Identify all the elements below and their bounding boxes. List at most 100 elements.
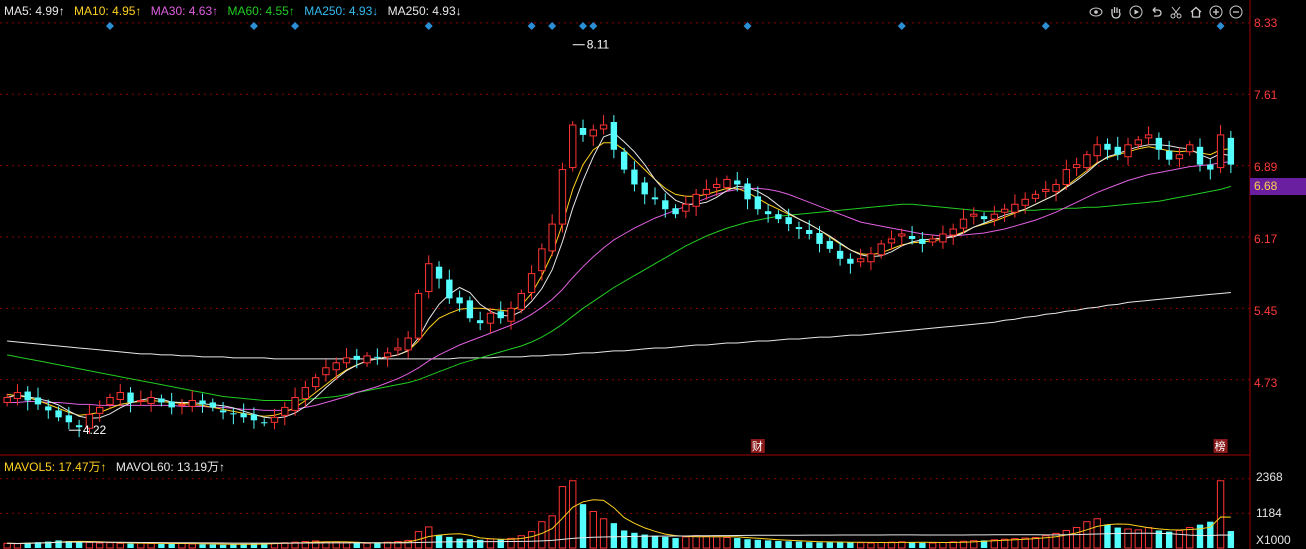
ma10-label: MA10: 4.95↑ xyxy=(74,4,142,18)
candle-body-down xyxy=(641,182,648,195)
volume-bar-up xyxy=(363,542,371,549)
candle-body-down xyxy=(476,320,484,324)
candle-body-down xyxy=(579,127,587,135)
candle-body-up xyxy=(990,213,999,220)
candle-body-down xyxy=(456,297,463,304)
hand-icon[interactable] xyxy=(1108,4,1124,20)
volume-bar-up xyxy=(137,542,145,549)
candle-body-down xyxy=(816,233,823,244)
candle-body-up xyxy=(383,352,392,358)
candle-body-down xyxy=(610,122,618,150)
candle-body-down xyxy=(620,151,628,170)
candle-body-down xyxy=(847,258,854,264)
volume-bar-down xyxy=(497,539,504,548)
candle-body-up xyxy=(569,124,577,169)
eye-icon[interactable] xyxy=(1088,4,1104,20)
candle-body-down xyxy=(785,217,792,225)
candle-body-up xyxy=(877,243,885,256)
play-icon[interactable] xyxy=(1128,4,1144,20)
volume-bar-up xyxy=(713,536,721,549)
volume-bar-down xyxy=(816,542,823,548)
volume-bar-up xyxy=(507,537,515,549)
price-tick-6: 4.73 xyxy=(1254,376,1278,390)
scissors-icon[interactable] xyxy=(1168,4,1184,20)
candle-body-up xyxy=(1144,134,1153,139)
event-diamond xyxy=(105,22,114,30)
ma60-label: MA60: 4.55↑ xyxy=(227,4,295,18)
candle-body-down xyxy=(199,400,206,405)
volume-bar-up xyxy=(682,536,690,549)
candle-body-up xyxy=(178,403,186,406)
volume-bar-down xyxy=(199,544,206,548)
ma60-line xyxy=(7,185,1232,401)
candle-body-up xyxy=(106,397,114,405)
candle-body-down xyxy=(45,406,52,411)
candle-body-down xyxy=(250,414,258,421)
zoom-out-icon[interactable] xyxy=(1228,4,1244,20)
volume-bar-up xyxy=(116,542,124,549)
volume-bar-down xyxy=(826,542,833,548)
marker-bang: 榜 xyxy=(1215,439,1226,453)
volume-bar-down xyxy=(836,541,844,548)
candle-body-down xyxy=(466,300,474,319)
price-tick-4: 6.17 xyxy=(1254,232,1278,246)
candle-body-up xyxy=(311,377,320,388)
volume-bar-down xyxy=(734,538,741,548)
candle-body-up xyxy=(867,253,875,263)
event-diamond xyxy=(1041,22,1050,30)
volume-bar-up xyxy=(1175,529,1184,549)
zoom-in-icon[interactable] xyxy=(1208,4,1224,20)
volume-bar-down xyxy=(168,543,175,548)
volume-bar-down xyxy=(631,532,638,548)
candle-body-up xyxy=(887,238,896,244)
candle-body-up xyxy=(147,397,155,404)
volume-bar-down xyxy=(127,543,134,548)
candle-body-up xyxy=(270,416,279,423)
candle-body-up xyxy=(188,399,196,407)
home-icon[interactable] xyxy=(1188,4,1204,20)
candle-body-up xyxy=(527,273,536,293)
annotations: 8.11 4.22 财 榜 xyxy=(68,38,1228,453)
candle-body-down xyxy=(168,401,175,408)
volume-bar-down xyxy=(219,544,227,548)
mavol60-label: MAVOL60: 13.19万↑ xyxy=(115,460,226,474)
volume-bar-down xyxy=(1104,524,1111,548)
candle-body-down xyxy=(919,238,926,244)
volume-bar-up xyxy=(1052,532,1060,549)
volume-tick-2: 1184 xyxy=(1256,506,1282,520)
volume-bar-up xyxy=(856,542,865,549)
candle-body-down xyxy=(662,200,669,210)
candle-body-up xyxy=(13,392,22,399)
candle-body-up xyxy=(486,312,495,324)
candle-body-up xyxy=(928,238,937,243)
candle-body-up xyxy=(116,392,124,400)
candle-body-up xyxy=(517,292,525,310)
current-price-badge: 6.68 xyxy=(1250,178,1306,195)
candle-body-up xyxy=(949,228,957,236)
volume-bar-up xyxy=(1144,527,1153,549)
volume-bar-down xyxy=(620,530,628,548)
candle-body-down xyxy=(631,169,638,185)
undo-icon[interactable] xyxy=(1148,4,1164,20)
candle-body-up xyxy=(1175,154,1184,160)
volume-bar-up xyxy=(538,521,546,549)
price-tick-3: 6.89 xyxy=(1254,160,1278,174)
candle-body-up xyxy=(548,223,556,252)
candle-body-down xyxy=(764,211,772,215)
volume-bar-down xyxy=(672,538,679,548)
candle-body-down xyxy=(1165,150,1173,160)
candle-body-down xyxy=(1227,137,1235,165)
volume-bar-down xyxy=(446,536,453,548)
event-diamond xyxy=(291,22,300,30)
volume-bar-down xyxy=(435,534,443,548)
volume-bar-down xyxy=(456,538,463,548)
volume-bar-up xyxy=(599,518,608,549)
volume-bar-up xyxy=(877,541,885,549)
volume-tick-1: 2368 xyxy=(1256,470,1283,484)
volume-bar-up xyxy=(1062,529,1071,549)
volume-legend: MAVOL5: 17.47万↑ MAVOL60: 13.19万↑ xyxy=(4,458,231,475)
volume-bar-up xyxy=(85,541,94,549)
volume-bar-up xyxy=(1072,527,1081,549)
volume-bar-up xyxy=(692,535,700,549)
volume-bar-up xyxy=(867,542,875,549)
